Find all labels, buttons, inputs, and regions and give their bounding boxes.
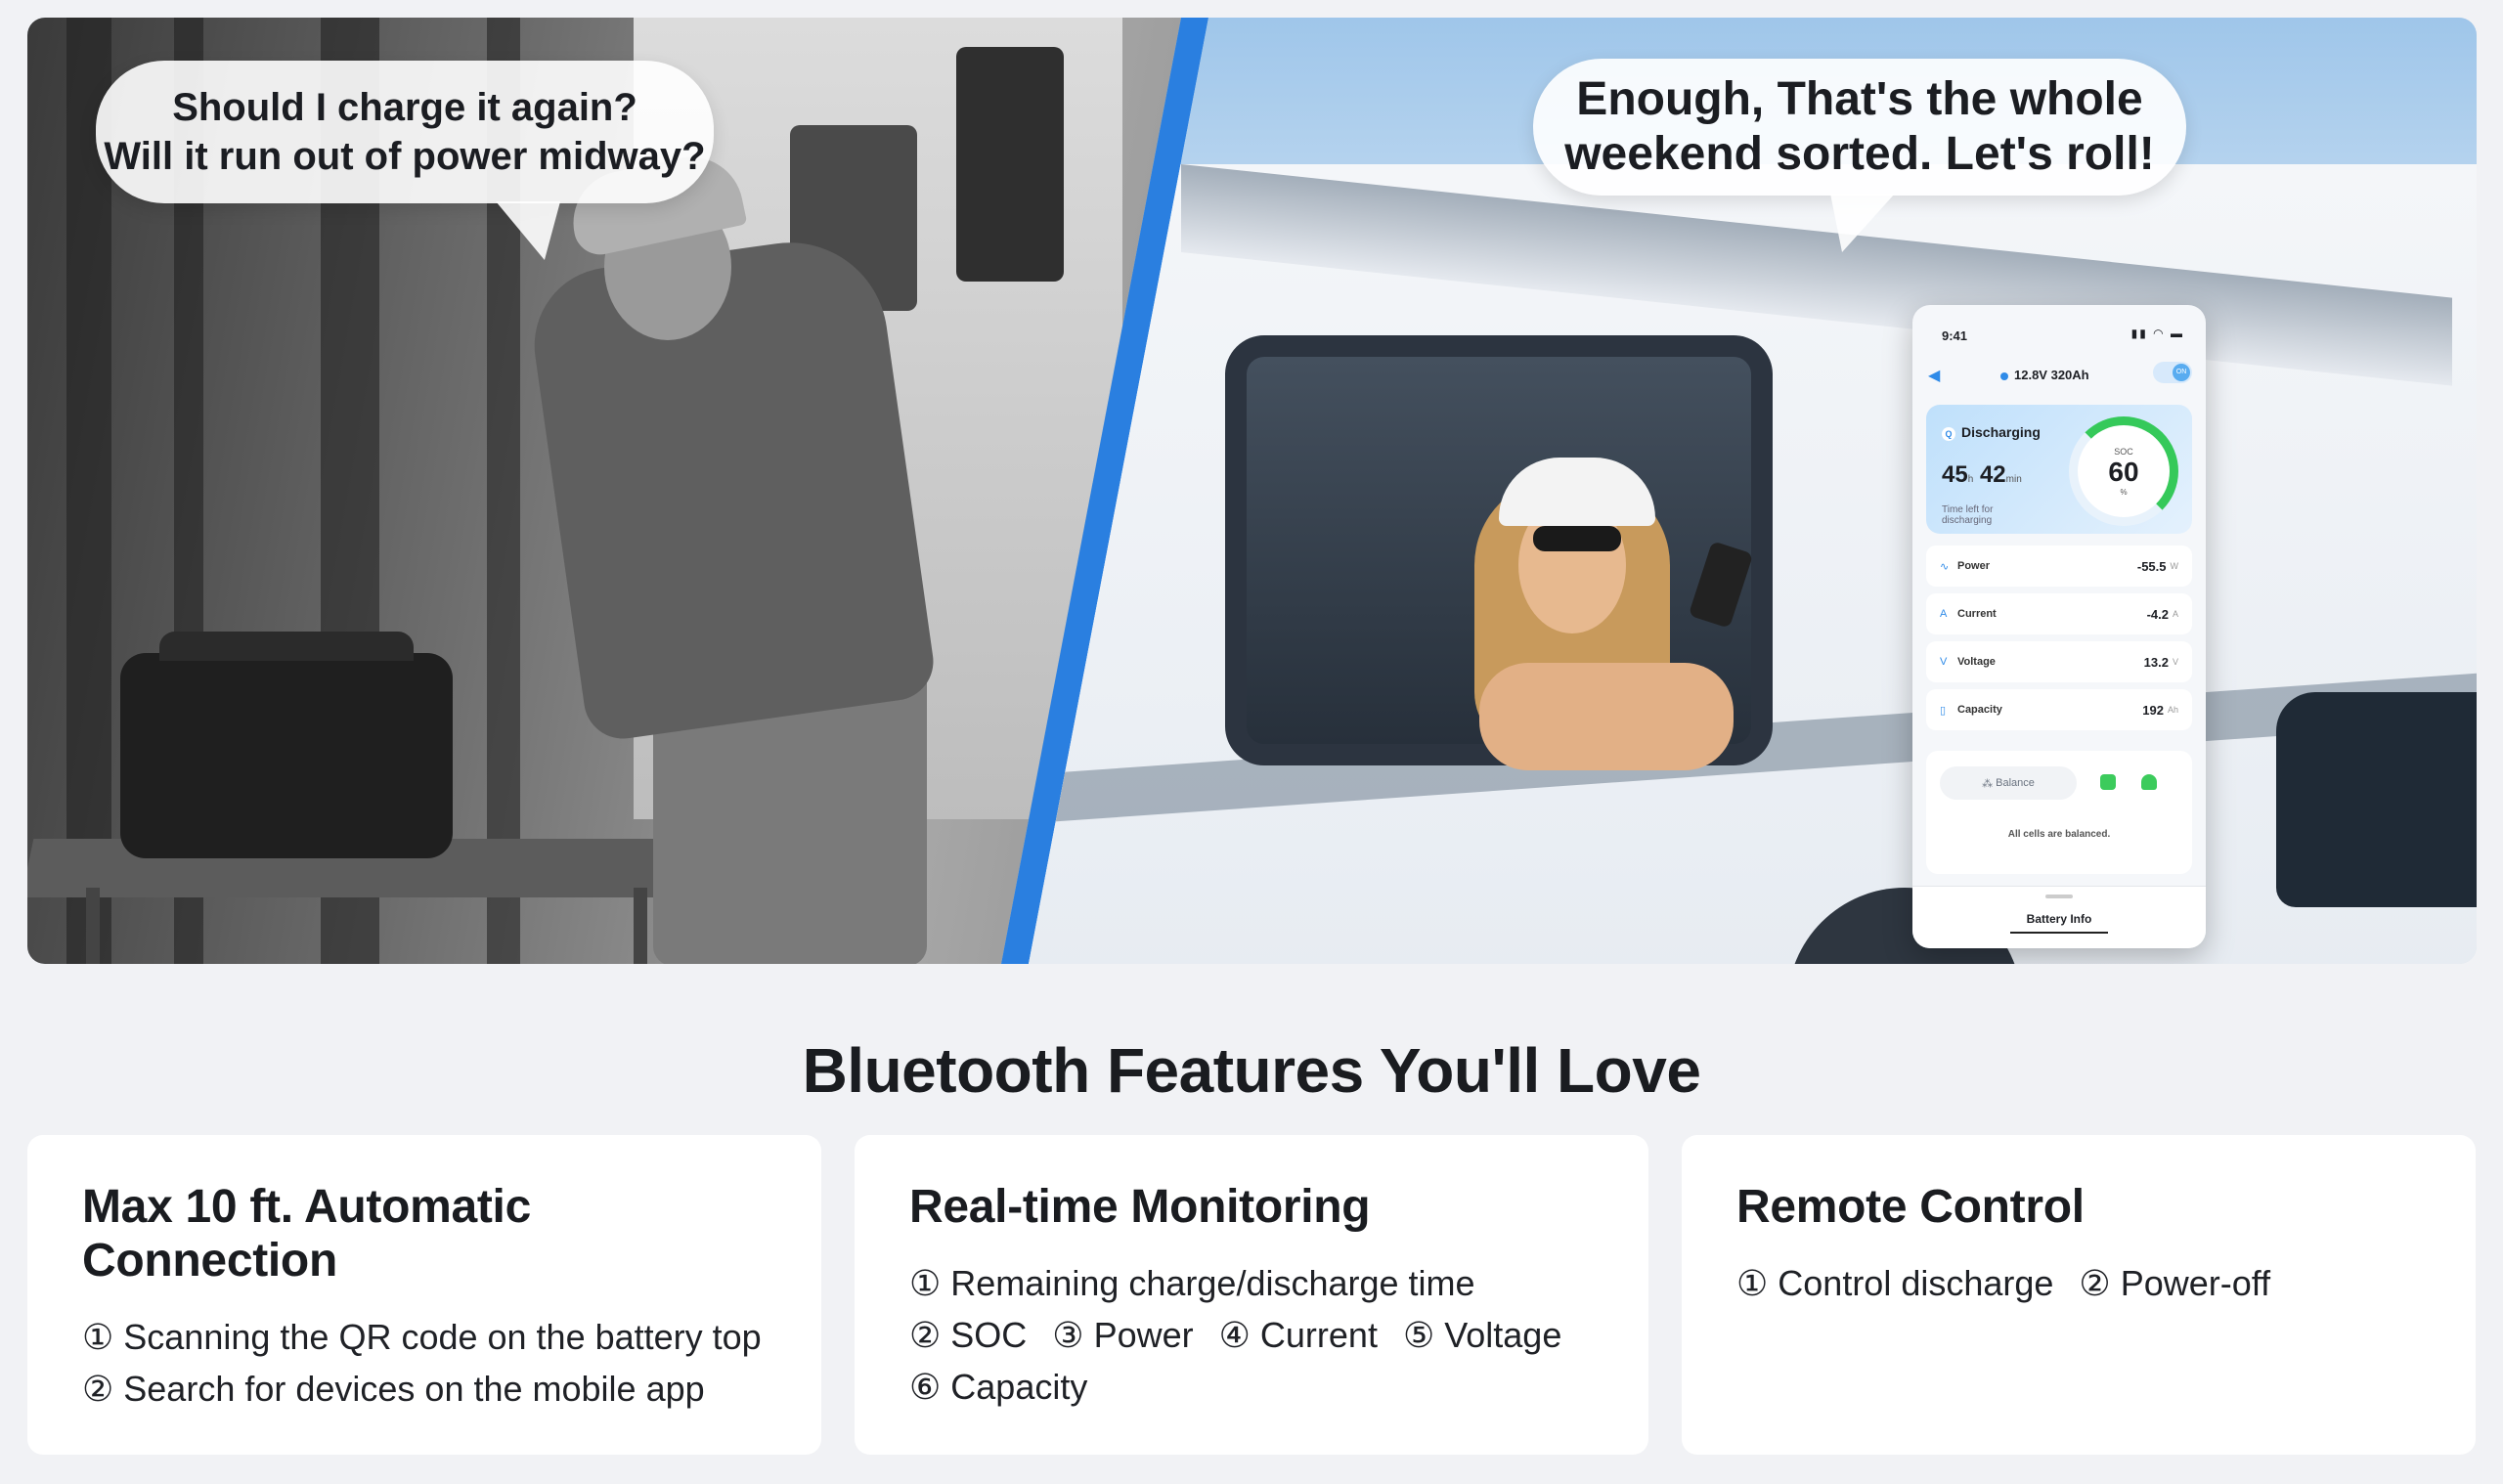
- metric-row-current: A Current -4.2 A: [1926, 593, 2192, 634]
- card-title: Remote Control: [1736, 1181, 2085, 1233]
- metric-row-capacity: ▯ Capacity 192 Ah: [1926, 689, 2192, 730]
- balance-button[interactable]: ⁂ Balance: [1940, 766, 2077, 800]
- tab-battery-info[interactable]: Battery Info: [1912, 912, 2206, 926]
- status-label: Q Discharging: [1942, 424, 2041, 441]
- battery-status-icon: [2100, 774, 2116, 790]
- feature-item: ② Power-off: [2079, 1263, 2271, 1303]
- app-phone-mockup: 9:41 ▮▮ ◠ ▬ ◀ 12.8V 320Ah ON Q Dischargin…: [1912, 305, 2206, 948]
- feature-item: ① Scanning the QR code on the battery to…: [82, 1317, 762, 1357]
- feature-item: ⑥ Capacity: [909, 1367, 1088, 1407]
- balance-card: ⁂ Balance All cells are balanced.: [1926, 751, 2192, 874]
- feature-item: ① Control discharge: [1736, 1263, 2054, 1303]
- hero-banner: Should I charge it again? Will it run ou…: [27, 18, 2477, 964]
- metrics-list: ∿ Power -55.5 W A Current -4.2 A V Voltage 13.2 V…: [1926, 546, 2192, 737]
- device-title: 12.8V 320Ah: [2000, 368, 2089, 382]
- metric-row-voltage: V Voltage 13.2 V: [1926, 641, 2192, 682]
- feature-item: ④ Current: [1218, 1315, 1378, 1355]
- bubble-line: Will it run out of power midway?: [104, 135, 706, 178]
- balance-icon: ⁂: [1982, 777, 1997, 790]
- current-icon: A: [1940, 608, 1948, 620]
- speech-bubble-worried: Should I charge it again? Will it run ou…: [96, 61, 714, 203]
- metric-row-power: ∿ Power -55.5 W: [1926, 546, 2192, 587]
- alarm-bell-icon: [2141, 774, 2157, 790]
- feature-card-connection: Max 10 ft. Automatic Connection ① Scanni…: [27, 1135, 821, 1455]
- feature-item: ② SOC: [909, 1315, 1028, 1355]
- feature-item-group: ① Control discharge ② Power-off: [1736, 1257, 2421, 1309]
- speech-bubble-happy: Enough, That's the whole weekend sorted.…: [1533, 59, 2186, 196]
- phone-footer: Battery Info: [1912, 886, 2206, 948]
- man-figure: [524, 230, 939, 744]
- remaining-time: 45h 42min: [1942, 461, 2022, 488]
- battery-box: [120, 632, 453, 858]
- feature-item: ② Search for devices on the mobile app: [82, 1369, 705, 1409]
- drag-handle[interactable]: [2045, 895, 2073, 898]
- feature-card-remote: Remote Control ① Control discharge ② Powe…: [1682, 1135, 2476, 1455]
- power-toggle[interactable]: ON: [2153, 362, 2192, 383]
- phone-clock: 9:41: [1942, 328, 1968, 343]
- power-icon: ∿: [1940, 560, 1950, 573]
- bubble-line: weekend sorted. Let's roll!: [1564, 128, 2155, 180]
- feature-item: ⑤ Voltage: [1402, 1315, 1562, 1355]
- signal-wifi-battery-icon: ▮▮ ◠ ▬: [2130, 327, 2184, 340]
- bubble-line: Should I charge it again?: [172, 86, 637, 129]
- section-title: Bluetooth Features You'll Love: [802, 1035, 1701, 1106]
- soc-gauge: SOC 60 %: [2069, 416, 2178, 526]
- bubble-line: Enough, That's the whole: [1576, 73, 2143, 125]
- back-arrow-icon[interactable]: ◀: [1928, 366, 1940, 385]
- feature-card-monitoring: Real-time Monitoring ① Remaining charge/…: [855, 1135, 1648, 1455]
- status-icon: Q: [1942, 427, 1955, 441]
- card-title: Real-time Monitoring: [909, 1181, 1371, 1233]
- card-title: Max 10 ft. Automatic Connection: [82, 1181, 531, 1287]
- feature-item: ③ Power: [1052, 1315, 1194, 1355]
- time-left-label: Time left for discharging: [1942, 504, 1994, 526]
- feature-item-group: ② SOC ③ Power ④ Current ⑤ Voltage: [909, 1309, 1594, 1361]
- voltage-icon: V: [1940, 656, 1948, 668]
- capacity-icon: ▯: [1940, 704, 1947, 717]
- balance-message: All cells are balanced.: [2007, 829, 2111, 840]
- feature-item: ① Remaining charge/discharge time: [909, 1263, 1475, 1303]
- status-card: Q Discharging 45h 42min Time left for dis…: [1926, 405, 2192, 534]
- connection-dot-icon: [2000, 371, 2008, 380]
